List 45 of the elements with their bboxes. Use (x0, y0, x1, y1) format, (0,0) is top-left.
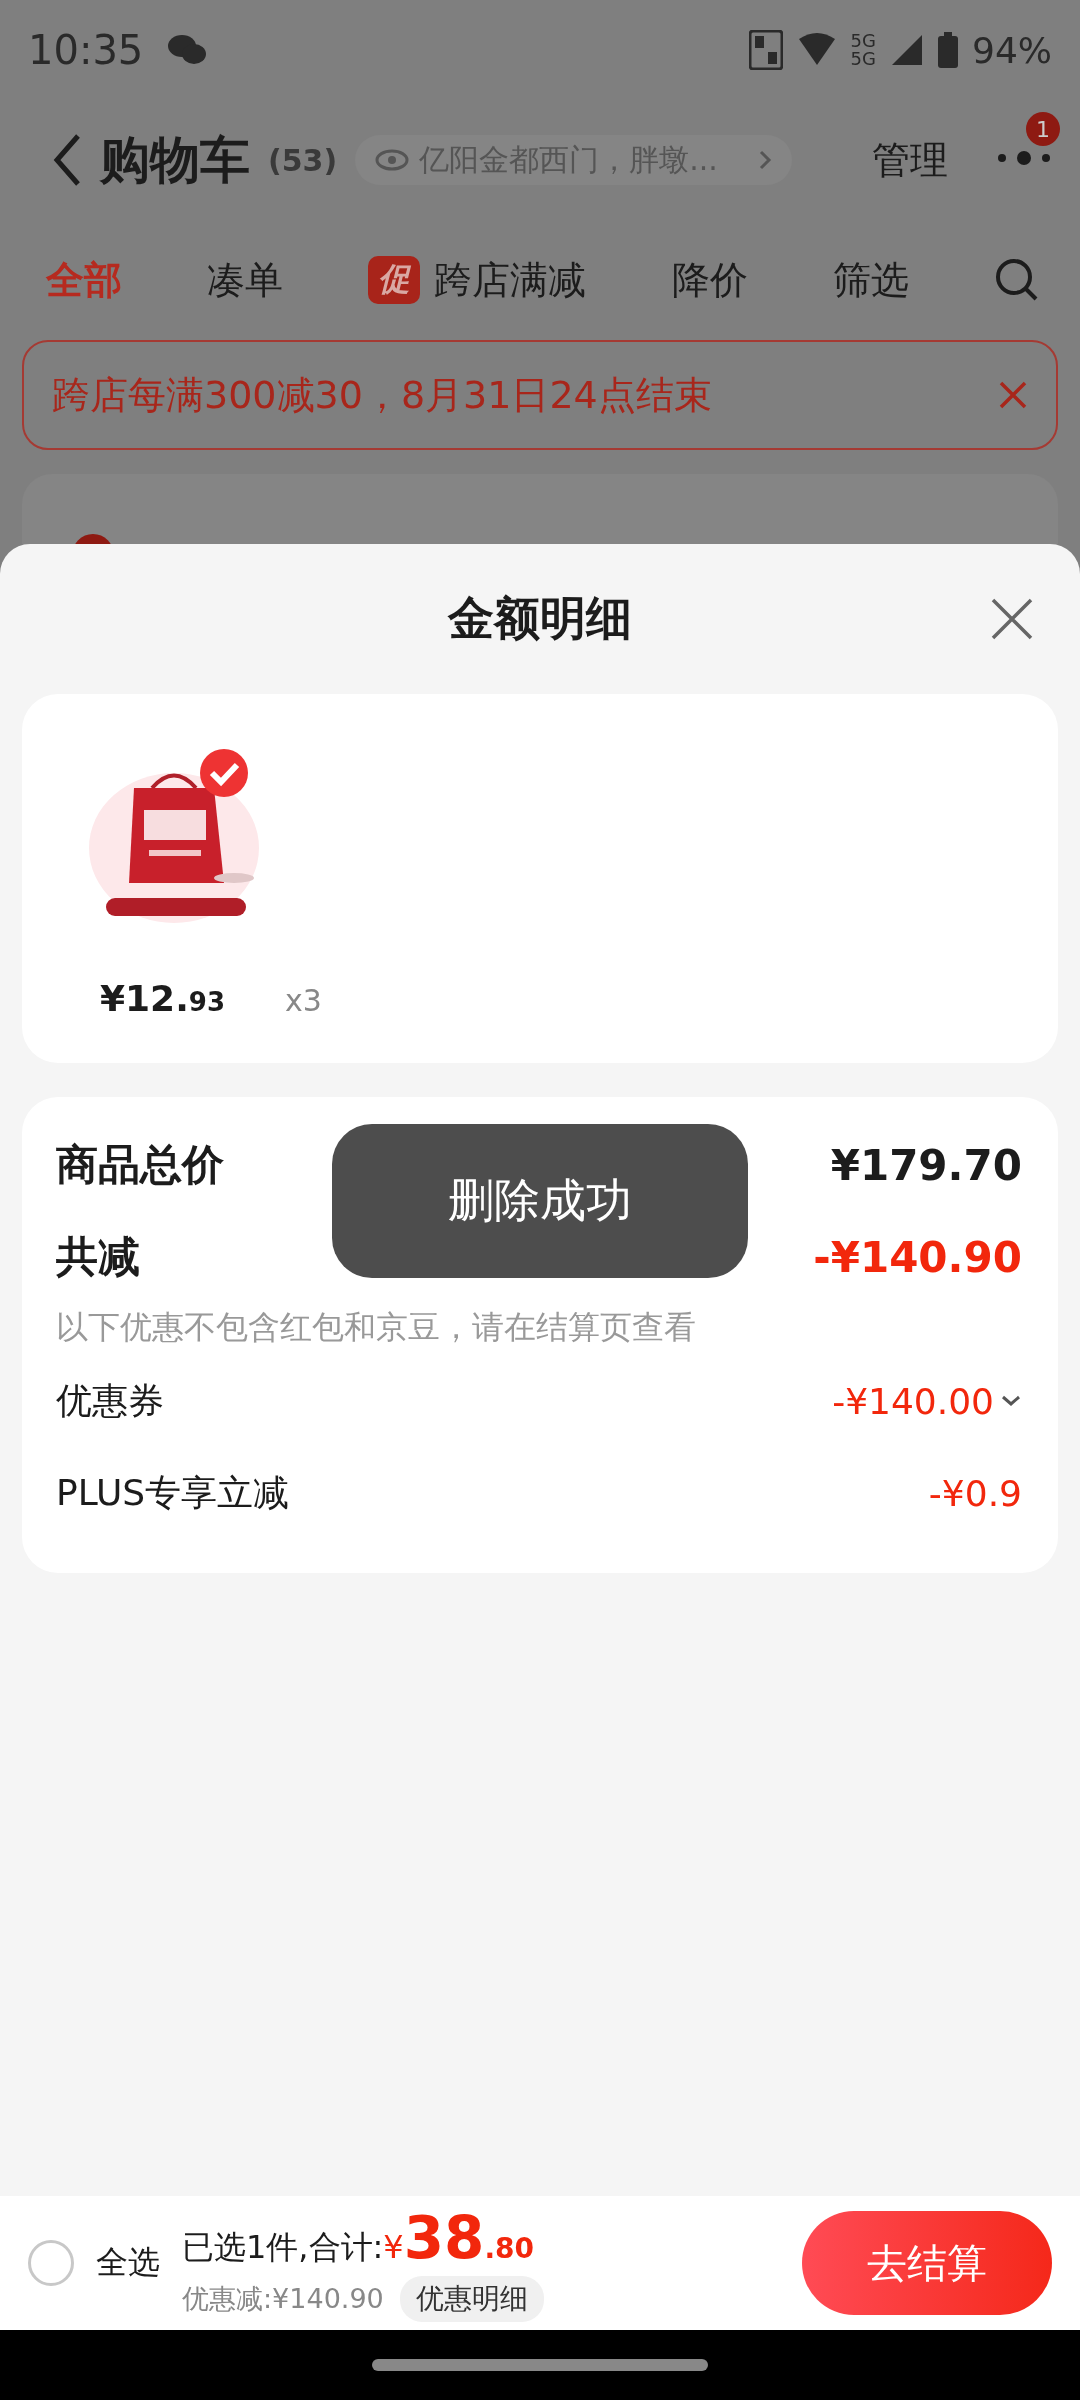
checkout-button[interactable]: 去结算 (802, 2211, 1052, 2315)
discount-label: 共减 (56, 1231, 140, 1283)
filter-tab[interactable]: 筛选 (832, 254, 909, 306)
filter-tab[interactable]: 促 跨店满减 (368, 254, 587, 306)
battery-level: 94% (972, 29, 1052, 71)
page-title: 购物车 (100, 129, 250, 191)
filter-tab[interactable]: 凑单 (207, 254, 284, 306)
total-summary: 已选1件,合计:¥38.80 (182, 2204, 535, 2272)
total-price: ¥179.70 (830, 1140, 1022, 1190)
product-price: ¥12.93 (100, 978, 225, 1019)
chevron-right-icon (757, 149, 772, 171)
status-time: 10:35 (28, 27, 144, 73)
signal-icon (890, 33, 924, 67)
wifi-icon (796, 33, 837, 67)
battery-icon (938, 32, 958, 68)
total-label: 商品总价 (56, 1139, 224, 1191)
select-all-checkbox[interactable] (28, 2240, 74, 2286)
product-quantity: x3 (285, 983, 322, 1018)
discount-item-label: PLUS专享立减 (56, 1470, 290, 1515)
chevron-down-icon[interactable] (1000, 1394, 1022, 1408)
discount-item-amount: -¥140.00 (832, 1380, 994, 1422)
search-icon[interactable] (993, 257, 1040, 303)
manage-link[interactable]: 管理 (872, 134, 948, 186)
eye-icon (375, 148, 410, 172)
discount-summary: 优惠减:¥140.90 (182, 2282, 384, 2316)
notification-badge: 1 (1026, 112, 1060, 146)
sheet-title: 金额明细 (448, 590, 632, 647)
chat-icon (167, 33, 208, 67)
discount-item-label: 优惠券 (56, 1378, 164, 1423)
close-icon[interactable] (990, 597, 1034, 641)
discount-detail-button[interactable]: 优惠明细 (399, 2276, 544, 2322)
network-label: 5G (850, 50, 876, 68)
sim-icon (748, 30, 783, 70)
discount-amount: -¥140.90 (813, 1232, 1022, 1282)
more-icon[interactable] (996, 150, 1052, 166)
promo-tag: 促 (368, 256, 421, 304)
back-icon[interactable] (52, 133, 82, 187)
select-all-label[interactable]: 全选 (96, 2241, 160, 2285)
filter-tab[interactable]: 降价 (671, 254, 748, 306)
promo-text: 跨店每满300减30，8月31日24点结束 (52, 371, 712, 419)
toast-message: 删除成功 (332, 1124, 748, 1278)
network-label: 5G (850, 32, 876, 50)
cart-count: (53) (268, 142, 338, 178)
discount-note: 以下优惠不包含红包和京豆，请在结算页查看 (56, 1307, 696, 1348)
discount-item-amount: -¥0.9 (928, 1472, 1022, 1514)
